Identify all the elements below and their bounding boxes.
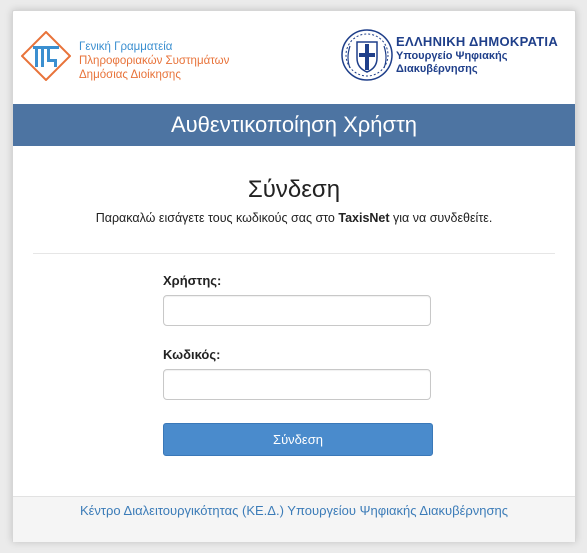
page-title-banner: Αυθεντικοποίηση Χρήστη [13,104,575,146]
ministry-name-line3: Διακυβέρνησης [396,63,478,75]
instructions-brand: TaxisNet [338,211,390,225]
gsis-name-line2: Πληροφοριακών Συστημάτων [79,55,230,67]
ministry-name: ΕΛΛΗΝΙΚΗ ΔΗΜΟΚΡΑΤΙΑ Υπουργείο Ψηφιακής Δ… [396,34,558,76]
ministry-name-line2: Υπουργείο Ψηφιακής [396,50,508,62]
footer: Κέντρο Διαλειτουργικότητας (ΚΕ.Δ.) Υπουρ… [13,496,575,542]
login-button[interactable]: Σύνδεση [163,423,433,456]
gsis-name: Γενική Γραμματεία Πληροφοριακών Συστημάτ… [79,40,229,82]
header: Γενική Γραμματεία Πληροφοριακών Συστημάτ… [13,11,575,104]
login-card: Γενική Γραμματεία Πληροφοριακών Συστημάτ… [12,10,576,542]
divider [33,253,555,254]
login-heading: Σύνδεση [247,176,341,203]
password-label: Κωδικός: [163,347,221,362]
password-input[interactable] [163,369,431,400]
footer-link[interactable]: Κέντρο Διαλειτουργικότητας (ΚΕ.Δ.) Υπουρ… [80,503,508,518]
instructions-text-after: για να συνδεθείτε. [389,211,493,225]
gsis-logo-icon [21,31,71,81]
instructions-text-before: Παρακαλώ εισάγετε τους κωδικούς σας στο [95,211,339,225]
gsis-name-line3: Δημόσιας Διοίκησης [79,69,181,81]
ministry-name-line1: ΕΛΛΗΝΙΚΗ ΔΗΜΟΚΡΑΤΙΑ [396,34,559,49]
greek-coat-of-arms-icon [341,29,393,81]
username-input[interactable] [163,295,431,326]
gsis-name-line1: Γενική Γραμματεία [79,41,173,53]
login-instructions: Παρακαλώ εισάγετε τους κωδικούς σας στο … [13,211,575,225]
username-label: Χρήστης: [163,273,222,288]
